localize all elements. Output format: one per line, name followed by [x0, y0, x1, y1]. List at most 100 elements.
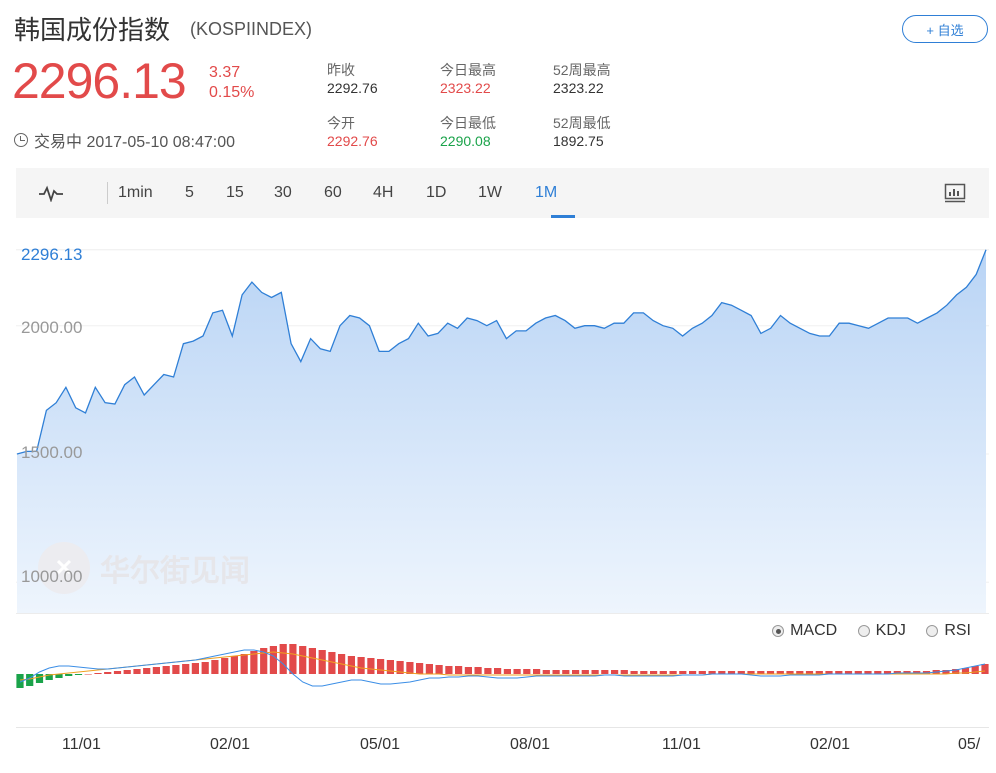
interval-1m[interactable]: 1M [535, 184, 557, 202]
macd-bar [445, 666, 453, 674]
macd-bar [221, 658, 229, 674]
macd-bar [640, 671, 648, 674]
52wk-low-value: 1892.75 [553, 133, 604, 149]
macd-bar [104, 672, 112, 674]
macd-bar [620, 670, 628, 674]
macd-bar [435, 665, 443, 674]
interval-15[interactable]: 15 [226, 184, 244, 202]
macd-bar [523, 669, 531, 674]
macd-bar [299, 646, 307, 674]
day-high-value: 2323.22 [440, 80, 491, 96]
macd-bar [591, 670, 599, 674]
y-tick-label: 1000.00 [21, 567, 83, 586]
macd-bar [191, 663, 199, 674]
watermark-text: 华尔街见闻 [100, 554, 250, 589]
index-code: (KOSPIINDEX) [190, 19, 313, 39]
current-price: 2296.13 [12, 53, 187, 109]
macd-bar [35, 674, 44, 683]
macd-bar [318, 650, 326, 674]
macd-bar [503, 669, 511, 674]
macd-bar [133, 669, 141, 674]
macd-bar [182, 664, 190, 674]
x-tick-label: 08/01 [510, 736, 551, 753]
current-price-tag: 2296.13 [21, 245, 83, 264]
open-value: 2292.76 [327, 133, 378, 149]
macd-bar [513, 669, 521, 674]
interval-30[interactable]: 30 [274, 184, 292, 202]
macd-chart-svg [16, 644, 989, 688]
x-tick-label: 11/01 [662, 736, 701, 753]
trading-status-text: 交易中 2017-05-10 08:47:00 [34, 134, 236, 151]
macd-bar [669, 671, 677, 674]
trading-status: 交易中 2017-05-10 08:47:00 [14, 128, 235, 152]
macd-bar [74, 674, 83, 675]
macd-bar [494, 668, 502, 674]
macd-bar [650, 671, 658, 674]
macd-bar [211, 660, 219, 674]
y-tick-label: 2000.00 [21, 318, 83, 337]
macd-bar [581, 670, 589, 674]
day-high-label: 今日最高 [440, 62, 496, 78]
prev-close-label: 昨收 [327, 62, 355, 78]
macd-bar [230, 656, 238, 674]
chart-toolbar: 1min 5 15 30 60 4H 1D 1W 1M [16, 168, 989, 218]
macd-bar [201, 662, 209, 674]
interval-60[interactable]: 60 [324, 184, 342, 202]
add-to-watchlist-button[interactable]: + 自选 [902, 15, 988, 43]
chart-type-icon[interactable] [944, 183, 966, 203]
price-change: 3.37 0.15% [209, 63, 254, 103]
macd-bar [981, 664, 989, 674]
macd-bar [533, 669, 541, 674]
macd-bar [562, 670, 570, 674]
macd-bar [630, 671, 638, 674]
52wk-high-label: 52周最高 [553, 62, 611, 78]
x-tick-label: 05/ [958, 736, 981, 753]
macd-bar [26, 674, 34, 686]
interval-1min[interactable]: 1min [118, 184, 153, 202]
macd-bar [455, 666, 463, 674]
macd-bar [552, 670, 560, 674]
macd-bar [172, 665, 180, 674]
macd-bar [698, 671, 706, 674]
x-tick-label: 02/01 [210, 736, 251, 753]
macd-bar [123, 670, 131, 674]
interval-5[interactable]: 5 [185, 184, 194, 202]
change-percent: 0.15% [209, 84, 255, 101]
day-low-value: 2290.08 [440, 133, 491, 149]
interval-4h[interactable]: 4H [373, 184, 393, 202]
macd-bar [474, 667, 482, 674]
macd-bar [113, 671, 122, 674]
macd-bar [240, 654, 248, 674]
macd-bar [377, 659, 385, 674]
52wk-low-label: 52周最低 [553, 115, 611, 131]
pulse-icon[interactable] [38, 184, 64, 202]
x-tick-label: 11/01 [62, 736, 101, 753]
macd-bar [94, 673, 102, 674]
macd-bar [289, 644, 297, 674]
macd-bar [659, 671, 667, 674]
toolbar-divider [107, 182, 108, 204]
macd-bar [269, 646, 277, 674]
macd-bar [689, 671, 697, 674]
day-low-label: 今日最低 [440, 115, 496, 131]
indicator-panel[interactable]: MACD KDJ RSI [16, 613, 989, 728]
macd-bar [406, 662, 414, 674]
x-tick-label: 02/01 [810, 736, 851, 753]
macd-bar [386, 660, 394, 674]
macd-bar [679, 671, 687, 674]
macd-bar [65, 674, 73, 676]
macd-bar [542, 670, 550, 674]
macd-bar [484, 668, 492, 674]
interval-1w[interactable]: 1W [478, 184, 502, 202]
macd-bar [611, 670, 619, 674]
macd-bar [279, 644, 287, 674]
prev-close-value: 2292.76 [327, 80, 378, 96]
macd-bar [367, 658, 375, 674]
macd-bar [152, 667, 160, 674]
macd-bar [308, 648, 316, 674]
interval-1d[interactable]: 1D [426, 184, 446, 202]
y-tick-label: 1500.00 [21, 443, 83, 462]
open-label: 今开 [327, 115, 355, 131]
clock-icon [14, 133, 28, 147]
x-tick-label: 05/01 [360, 736, 401, 753]
